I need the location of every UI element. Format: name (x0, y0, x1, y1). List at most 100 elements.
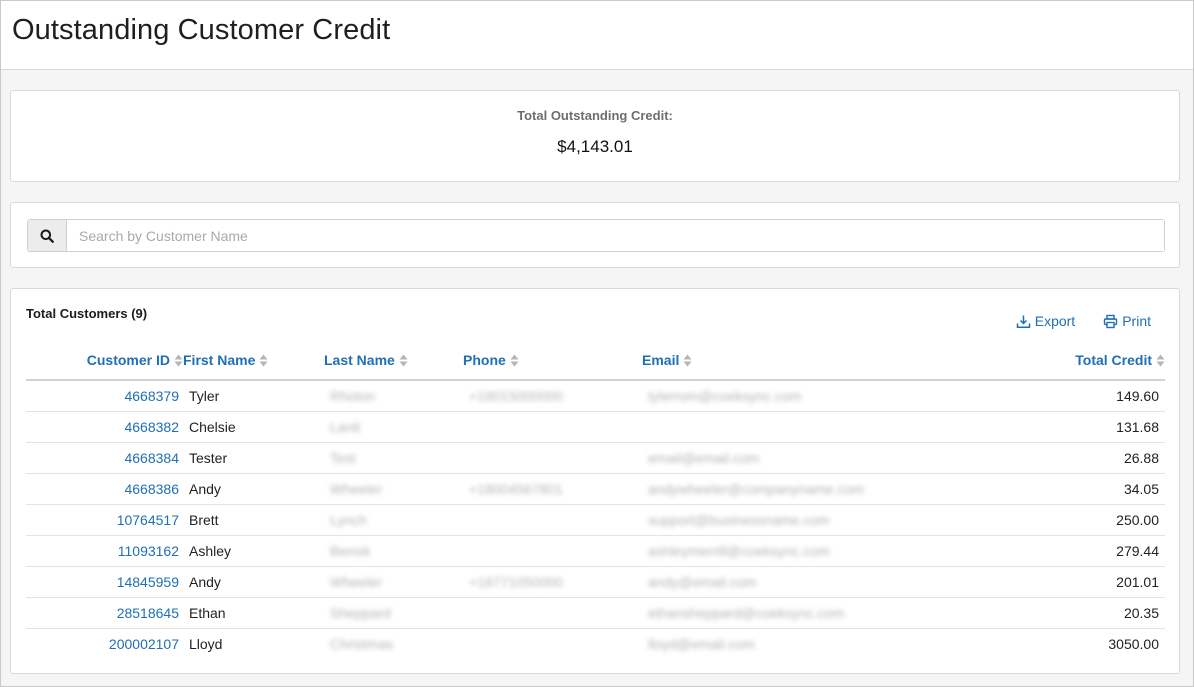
search-bar (27, 219, 1165, 252)
first-name-cell: Tester (183, 442, 324, 474)
email-cell: email@email.com (642, 442, 866, 474)
last-name-cell: Benoit (324, 535, 463, 567)
email-cell: ethansheppard@coeksync.com (642, 597, 866, 629)
first-name-cell: Chelsie (183, 411, 324, 443)
table-row: 4668384 Tester Test email@email.com 26.8… (26, 442, 1165, 474)
last-name-cell: Rhoton (324, 380, 463, 412)
first-name-cell: Andy (183, 473, 324, 505)
last-name-cell: Christmas (330, 636, 394, 652)
total-credit-cell: 3050.00 (1108, 636, 1159, 652)
total-credit-cell: 201.01 (866, 566, 1165, 598)
sort-icon[interactable] (174, 354, 183, 370)
first-name-cell: Tyler (183, 380, 324, 412)
print-label: Print (1122, 313, 1151, 329)
last-name-cell: Wheeler (324, 566, 463, 598)
total-credit-cell: 279.44 (866, 535, 1165, 567)
email-cell: lloyd@email.com (648, 636, 755, 652)
first-name-cell: Brett (183, 504, 324, 536)
phone-cell: +18004567801 (463, 473, 642, 505)
customer-id-link[interactable]: 10764517 (117, 512, 179, 528)
last-name-cell: Sheppard (324, 597, 463, 629)
table-row: 10764517 Brett Lynch support@businessnam… (26, 504, 1165, 536)
customer-id-cell: 10764517 (26, 504, 183, 536)
last-name-cell: Test (324, 442, 463, 474)
total-outstanding-label: Total Outstanding Credit: (517, 108, 673, 123)
table-row: 4668386 Andy Wheeler +18004567801 andywh… (26, 473, 1165, 505)
print-button[interactable]: Print (1103, 313, 1151, 329)
phone-cell (463, 629, 642, 660)
phone-cell: +18771050000 (463, 566, 642, 598)
customer-id-link[interactable]: 4668384 (124, 450, 179, 466)
phone-cell (463, 597, 642, 629)
customer-id-link[interactable]: 4668386 (124, 481, 179, 497)
page-header: Outstanding Customer Credit (1, 1, 1193, 70)
column-header-phone[interactable]: Phone (463, 343, 642, 381)
sort-icon[interactable] (1156, 354, 1165, 370)
customer-id-cell: 4668379 (26, 380, 183, 412)
phone-cell (463, 442, 642, 474)
sort-icon[interactable] (683, 354, 692, 370)
phone-cell (463, 411, 642, 443)
table-row: 14845959 Andy Wheeler +18771050000 andy@… (26, 566, 1165, 598)
sort-icon[interactable] (259, 354, 268, 370)
last-name-cell: Wheeler (324, 473, 463, 505)
customer-id-cell: 4668382 (26, 411, 183, 443)
customer-id-link[interactable]: 11093162 (118, 543, 179, 559)
customer-id-cell: 200002107 (26, 629, 183, 660)
phone-cell (463, 504, 642, 536)
sort-icon[interactable] (510, 354, 519, 370)
total-credit-cell: 20.35 (866, 597, 1165, 629)
phone-cell: +18015000000 (463, 380, 642, 412)
table-actions: Export Print (1016, 313, 1151, 329)
printer-icon (1104, 314, 1118, 328)
table-row: 200002107 Lloyd Christmas lloyd@email.co… (26, 629, 1165, 660)
total-credit-cell: 131.68 (866, 411, 1165, 443)
download-icon (1016, 315, 1030, 328)
table-row: 4668379 Tyler Rhoton +18015000000 tylerr… (26, 380, 1165, 412)
customer-id-cell: 4668386 (26, 473, 183, 505)
table-row: 28518645 Ethan Sheppard ethansheppard@co… (26, 597, 1165, 629)
total-customers-label: Total Customers (9) (26, 306, 148, 321)
customer-id-link[interactable]: 200002107 (109, 636, 179, 652)
total-credit-cell: 34.05 (866, 473, 1165, 505)
table-row: 4668382 Chelsie Lanti 131.68 (26, 411, 1165, 443)
column-header-customer-id[interactable]: Customer ID (26, 343, 183, 381)
email-cell: ashleymerrill@coeksync.com (642, 535, 866, 567)
search-button[interactable] (28, 220, 67, 251)
total-outstanding-value: $4,143.01 (557, 137, 633, 156)
summary-card: Total Outstanding Credit: $4,143.01 (10, 90, 1180, 182)
total-credit-cell: 26.88 (866, 442, 1165, 474)
page-title: Outstanding Customer Credit (12, 14, 391, 46)
email-cell: tylerrom@coeksync.com (642, 380, 866, 412)
email-cell: andy@email.com (642, 566, 866, 598)
email-cell (642, 411, 866, 443)
first-name-cell: Ethan (183, 597, 324, 629)
table-header-row: Customer ID First Name Last Name Phone E… (26, 343, 1165, 381)
email-cell: andywheeler@companyname.com (642, 473, 866, 505)
column-header-total-credit[interactable]: Total Credit (866, 343, 1165, 381)
first-name-cell: Andy (183, 566, 324, 598)
phone-cell (463, 535, 642, 567)
search-icon (40, 229, 54, 243)
last-name-cell: Lynch (324, 504, 463, 536)
total-credit-cell: 250.00 (866, 504, 1165, 536)
search-input[interactable] (67, 220, 1164, 251)
column-header-first-name[interactable]: First Name (183, 343, 324, 381)
customers-card: Total Customers (9) Export Print Custome… (10, 288, 1180, 674)
customer-id-link[interactable]: 28518645 (117, 605, 179, 621)
column-header-email[interactable]: Email (642, 343, 866, 381)
sort-icon[interactable] (399, 354, 408, 370)
table-row: 11093162 Ashley Benoit ashleymerrill@coe… (26, 535, 1165, 567)
customer-id-link[interactable]: 14845959 (117, 574, 179, 590)
column-header-last-name[interactable]: Last Name (324, 343, 463, 381)
email-cell: support@businessname.com (642, 504, 866, 536)
customer-id-cell: 28518645 (26, 597, 183, 629)
export-button[interactable]: Export (1016, 313, 1075, 329)
customers-table: Customer ID First Name Last Name Phone E… (26, 343, 1165, 659)
customer-id-link[interactable]: 4668379 (124, 388, 179, 404)
first-name-cell: Ashley (183, 535, 324, 567)
customer-id-link[interactable]: 4668382 (124, 419, 179, 435)
export-label: Export (1034, 313, 1076, 329)
customer-id-cell: 4668384 (26, 442, 183, 474)
search-card (10, 202, 1180, 268)
